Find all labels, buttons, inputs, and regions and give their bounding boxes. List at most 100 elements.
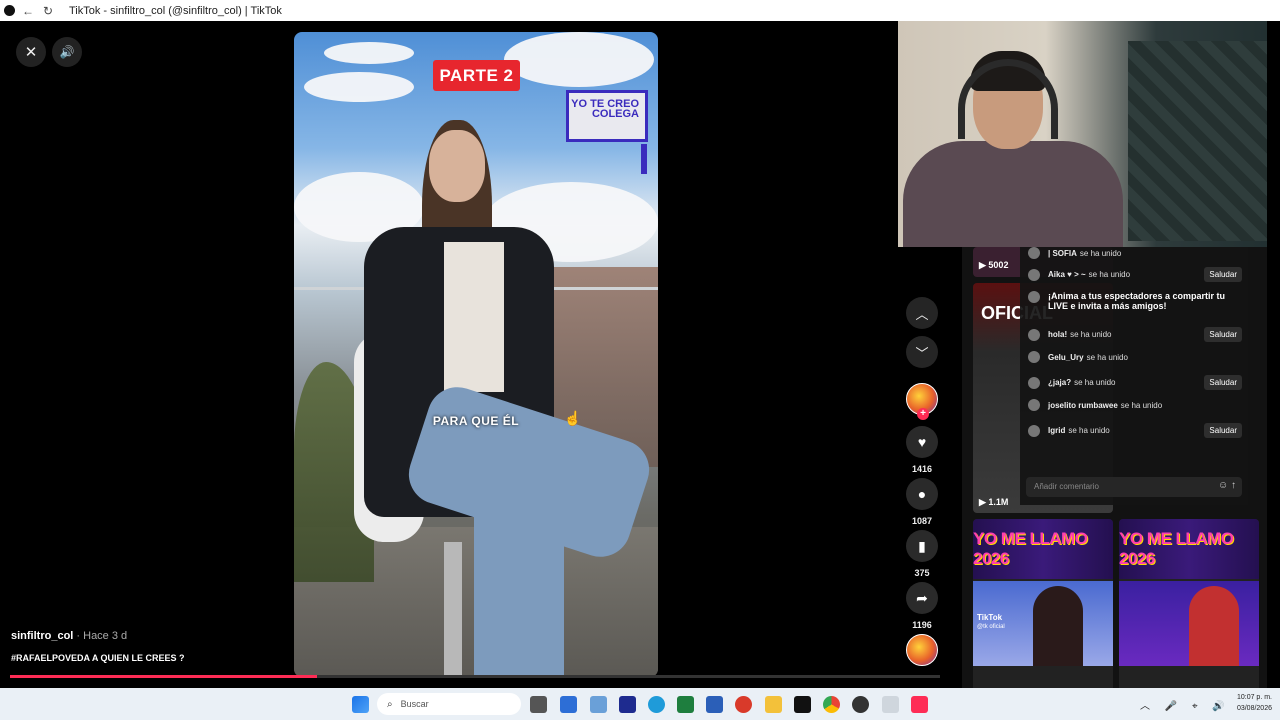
store-icon[interactable] [560,696,577,713]
thumbnail-promo-left[interactable]: YO ME LLAMO 2026 TikTok @tk oficial [973,519,1113,699]
search-placeholder: Buscar [400,699,429,709]
chat-body: ¡Anima a tus espectadores a compartir tu… [1048,291,1242,311]
chat-avatar [1028,399,1040,411]
window-title: TikTok - sinfiltro_col (@sinfiltro_col) … [69,4,282,17]
excel-icon[interactable] [677,696,694,713]
pointer-cursor-icon: ☝ [564,410,582,426]
chat-username: Igrid [1048,426,1066,435]
post-time: · Hace 3 d [76,630,128,642]
thumbnail-stage-image: TikTok @tk oficial [973,581,1113,666]
chat-text: se ha unido [1088,270,1131,279]
chat-message: Gelu_Ury se ha unido [1028,351,1242,363]
chat-username: hola! [1048,330,1068,339]
chat-message: joselito rumbawee se ha unido [1028,399,1242,411]
acrobat-icon[interactable] [735,696,752,713]
singer-silhouette [1033,586,1083,666]
speaker-shirt [444,242,504,392]
chat-comment-input[interactable]: Añadir comentario ☺ ↑ [1026,477,1242,497]
share-action[interactable]: ➦ 1196 [906,582,938,630]
emoji-send-icon[interactable]: ☺ ↑ [1218,480,1236,491]
stool-leg [444,542,462,677]
singer-silhouette [1189,586,1239,666]
webcam-overlay [898,21,1267,247]
chat-message: Aika ♥ > ~ se ha unido Saludar [1028,267,1242,282]
thumbnail-views: ▶ 1.1M [979,497,1009,507]
chat-text: se ha unido [1068,426,1110,435]
chevron-up-icon: ︿ [915,306,929,322]
promo-text: YO ME LLAMO 2026 [973,529,1088,568]
comment-icon[interactable]: ● [906,478,938,510]
chat-body: joselito rumbawee se ha unido [1048,401,1162,410]
previous-video-button[interactable]: ︿ [906,297,938,329]
file-explorer-icon[interactable] [765,696,782,713]
sign-stick [641,144,647,174]
back-icon[interactable]: ← [21,4,35,18]
chat-body: Gelu_Ury se ha unido [1048,353,1128,362]
comment-action[interactable]: ● 1087 [906,478,938,526]
like-count: 1416 [911,464,933,474]
windows-start-icon[interactable] [352,696,369,713]
like-action[interactable]: ♥ 1416 [906,426,938,474]
chat-username: joselito rumbawee [1048,400,1118,410]
task-view-icon[interactable] [530,696,547,713]
chat-message: | SOFIA se ha unido [1028,247,1242,259]
share-icon[interactable]: ➦ [906,582,938,614]
obs-icon[interactable] [852,696,869,713]
saludar-button[interactable]: Saludar [1204,267,1242,282]
tiktok-app-icon[interactable] [794,696,811,713]
promo-banner: YO ME LLAMO 2026 [973,519,1113,579]
chat-body: hola! se ha unido [1048,330,1111,339]
video-caption: PARA QUE ÉL [432,414,520,428]
chat-body: Igrid se ha unido [1048,426,1110,435]
saludar-button[interactable]: Saludar [1204,423,1242,438]
word-icon[interactable] [706,696,723,713]
chat-text: se ha unido [1086,352,1128,362]
edge-icon[interactable] [648,696,665,713]
save-action[interactable]: ▮ 375 [906,530,938,578]
video-player[interactable]: PARTE 2 YO TE CREO COLEGA PARA QUE ÉL ☝ [294,32,658,677]
chat-username: | SOFIA [1048,248,1077,258]
volume-button[interactable]: 🔊 [52,37,82,67]
author-username[interactable]: sinfiltro_col [11,630,73,642]
music-disc-avatar[interactable] [906,634,938,666]
saludar-button[interactable]: Saludar [1204,375,1242,390]
couch [1128,41,1267,241]
chat-input-placeholder: Añadir comentario [1034,482,1099,491]
chrome-icon[interactable] [823,696,840,713]
post-description[interactable]: #RAFAELPOVEDA A QUIEN LE CREES ? [11,653,185,663]
system-tray[interactable]: ︿ 🎤 ⌖ 🔊 [1140,697,1231,712]
search-icon: ⌕ [387,698,393,710]
chevron-down-icon: ﹀ [915,345,929,361]
chat-text: ¡Anima a tus espectadores a compartir tu… [1048,291,1226,311]
follow-plus-icon[interactable]: + [917,408,929,420]
clock-time: 10:07 p. m. [1236,694,1272,701]
notepad-icon[interactable] [882,696,899,713]
tiktok-handle: @tk oficial [977,624,1005,630]
cloud [504,32,654,87]
comment-count: 1087 [911,516,933,526]
close-button[interactable]: ✕ [16,37,46,67]
taskbar-search[interactable]: ⌕ Buscar [377,693,521,715]
bookmark-icon[interactable]: ▮ [906,530,938,562]
reload-icon[interactable]: ↻ [41,4,55,18]
chat-avatar [1028,291,1040,303]
saludar-button[interactable]: Saludar [1204,327,1242,342]
heart-icon[interactable]: ♥ [906,426,938,458]
chat-username: Gelu_Ury [1048,352,1084,362]
browser-title-bar: ← ↻ TikTok - sinfiltro_col (@sinfiltro_c… [0,0,1280,21]
volume-icon: 🔊 [59,45,75,59]
video-progress-bar[interactable] [10,675,940,678]
info-app-icon[interactable] [619,696,636,713]
share-count: 1196 [912,620,932,630]
chat-avatar [1028,247,1040,259]
thumbnail-promo-right[interactable]: YO ME LLAMO 2026 [1119,519,1259,699]
photos-icon[interactable] [590,696,607,713]
tiktok-live-icon[interactable] [911,696,928,713]
taskbar: ⌕ Buscar ︿ 🎤 ⌖ 🔊 10:07 p. m. 03/08/2026 [0,688,1280,720]
chat-message: ¡Anima a tus espectadores a compartir tu… [1028,291,1242,311]
creator-avatar[interactable]: + [906,383,938,420]
chat-text: se ha unido [1074,378,1116,387]
clock[interactable]: 10:07 p. m. 03/08/2026 [1222,692,1278,714]
chat-message: Igrid se ha unido Saludar [1028,423,1242,438]
next-video-button[interactable]: ﹀ [906,336,938,368]
